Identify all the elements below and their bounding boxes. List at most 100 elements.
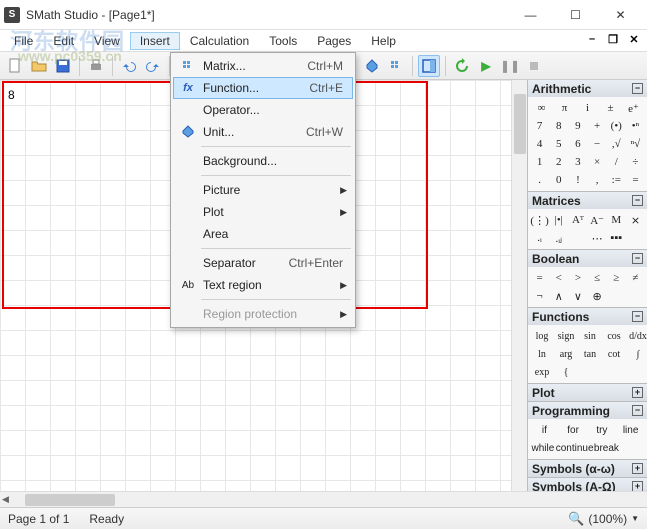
palette-button[interactable]: ln <box>530 345 554 363</box>
palette-button[interactable]: ⋯ <box>588 229 607 247</box>
collapse-icon[interactable]: − <box>632 253 643 264</box>
mdi-minimize-button[interactable]: – <box>583 31 601 47</box>
palette-button[interactable]: break <box>594 439 620 457</box>
palette-button[interactable]: ∨ <box>568 287 587 305</box>
palette-button[interactable]: (•) <box>607 117 626 135</box>
palette-button[interactable]: 6 <box>568 135 587 153</box>
palette-button[interactable]: 8 <box>549 117 568 135</box>
collapse-icon[interactable]: − <box>632 83 643 94</box>
palette-button[interactable]: ∞ <box>530 99 553 117</box>
expand-icon[interactable]: + <box>632 387 643 398</box>
stop-button[interactable] <box>523 55 545 77</box>
menu-item-background[interactable]: Background... <box>173 150 353 172</box>
palette-button[interactable]: log <box>530 327 554 345</box>
collapse-icon[interactable]: − <box>632 195 643 206</box>
palette-button[interactable]: ≤ <box>588 269 607 287</box>
matrix-button[interactable] <box>385 55 407 77</box>
toggle-panel-button[interactable] <box>418 55 440 77</box>
scroll-thumb-h[interactable] <box>25 494 115 506</box>
palette-button[interactable]: ≠ <box>626 269 645 287</box>
palette-button[interactable]: ¬ <box>530 287 549 305</box>
palette-button[interactable]: 7 <box>530 117 549 135</box>
palette-button[interactable]: while <box>530 439 556 457</box>
palette-button[interactable]: × <box>588 153 607 171</box>
palette-button[interactable]: i <box>576 99 599 117</box>
palette-button[interactable]: > <box>568 269 587 287</box>
scroll-left-icon[interactable]: ◀ <box>2 494 9 505</box>
zoom-dropdown-icon[interactable]: ▼ <box>631 514 639 523</box>
palette-button[interactable]: 4 <box>530 135 549 153</box>
collapse-icon[interactable]: − <box>632 405 643 416</box>
palette-button[interactable]: .ᵢⱼ <box>549 229 568 247</box>
mdi-close-button[interactable]: ✕ <box>625 31 643 47</box>
menu-insert[interactable]: Insert <box>130 32 180 50</box>
collapse-icon[interactable]: − <box>632 311 643 322</box>
palette-button[interactable]: d/dx <box>626 327 647 345</box>
palette-button[interactable]: (⋮) <box>530 211 549 229</box>
scroll-thumb-v[interactable] <box>514 94 526 154</box>
palette-button[interactable]: cot <box>602 345 626 363</box>
palette-button[interactable]: for <box>559 421 588 439</box>
palette-button[interactable]: M <box>607 211 626 229</box>
palette-button[interactable]: Aᵀ <box>568 211 587 229</box>
menu-item-picture[interactable]: Picture▶ <box>173 179 353 201</box>
menu-calculation[interactable]: Calculation <box>180 32 259 50</box>
palette-button[interactable]: ∫ <box>626 345 647 363</box>
palette-button[interactable]: = <box>530 269 549 287</box>
menu-help[interactable]: Help <box>361 32 406 50</box>
menu-item-unit[interactable]: Unit...Ctrl+W <box>173 121 353 143</box>
palette-button[interactable]: ,√ <box>607 135 626 153</box>
palette-button[interactable]: ≥ <box>607 269 626 287</box>
open-button[interactable] <box>28 55 50 77</box>
palette-button[interactable]: arg <box>554 345 578 363</box>
menu-item-separator[interactable]: SeparatorCtrl+Enter <box>173 252 353 274</box>
palette-button[interactable]: continue <box>556 439 594 457</box>
palette-button[interactable]: sign <box>554 327 578 345</box>
palette-button[interactable]: line <box>616 421 645 439</box>
redo-button[interactable] <box>142 55 164 77</box>
palette-button[interactable]: ÷ <box>626 153 645 171</box>
palette-button[interactable]: ⊕ <box>588 287 607 305</box>
palette-button[interactable]: 9 <box>568 117 587 135</box>
palette-button[interactable]: 3 <box>568 153 587 171</box>
palette-button[interactable]: •ⁿ <box>626 117 645 135</box>
maximize-button[interactable]: ☐ <box>553 1 598 29</box>
zoom-control[interactable]: 🔍 (100%) ▼ <box>568 511 639 527</box>
menu-edit[interactable]: Edit <box>43 32 84 50</box>
palette-button[interactable]: ± <box>599 99 622 117</box>
palette-button[interactable]: , <box>588 171 607 189</box>
palette-button[interactable]: cos <box>602 327 626 345</box>
palette-button[interactable]: 5 <box>549 135 568 153</box>
palette-button[interactable]: 1 <box>530 153 549 171</box>
horizontal-scrollbar[interactable]: ◀ <box>0 491 647 507</box>
menu-item-function[interactable]: fxFunction...Ctrl+E <box>173 77 353 99</box>
vertical-scrollbar[interactable] <box>511 80 527 491</box>
palette-button[interactable]: − <box>588 135 607 153</box>
palette-button[interactable]: ⁿ√ <box>626 135 645 153</box>
palette-button[interactable]: sin <box>578 327 602 345</box>
undo-button[interactable] <box>118 55 140 77</box>
palette-button[interactable]: e⁺ <box>622 99 645 117</box>
menu-item-text-region[interactable]: AbText region▶ <box>173 274 353 296</box>
palette-button[interactable]: tan <box>578 345 602 363</box>
unit-button[interactable] <box>361 55 383 77</box>
palette-button[interactable]: + <box>588 117 607 135</box>
menu-item-operator[interactable]: Operator... <box>173 99 353 121</box>
palette-button[interactable]: exp <box>530 363 554 381</box>
menu-view[interactable]: View <box>84 32 130 50</box>
palette-button[interactable]: ▪▪▪ <box>607 229 626 247</box>
palette-button[interactable]: { <box>554 363 578 381</box>
palette-button[interactable]: A⁻ <box>588 211 607 229</box>
recalculate-button[interactable] <box>451 55 473 77</box>
new-button[interactable] <box>4 55 26 77</box>
minimize-button[interactable]: — <box>508 1 553 29</box>
mdi-restore-button[interactable]: ❐ <box>604 31 622 47</box>
menu-item-area[interactable]: Area <box>173 223 353 245</box>
save-button[interactable] <box>52 55 74 77</box>
palette-button[interactable]: = <box>626 171 645 189</box>
palette-button[interactable]: := <box>607 171 626 189</box>
expand-icon[interactable]: + <box>632 481 643 491</box>
palette-button[interactable]: |•| <box>549 211 568 229</box>
expand-icon[interactable]: + <box>632 463 643 474</box>
menu-item-matrix[interactable]: Matrix...Ctrl+M <box>173 55 353 77</box>
